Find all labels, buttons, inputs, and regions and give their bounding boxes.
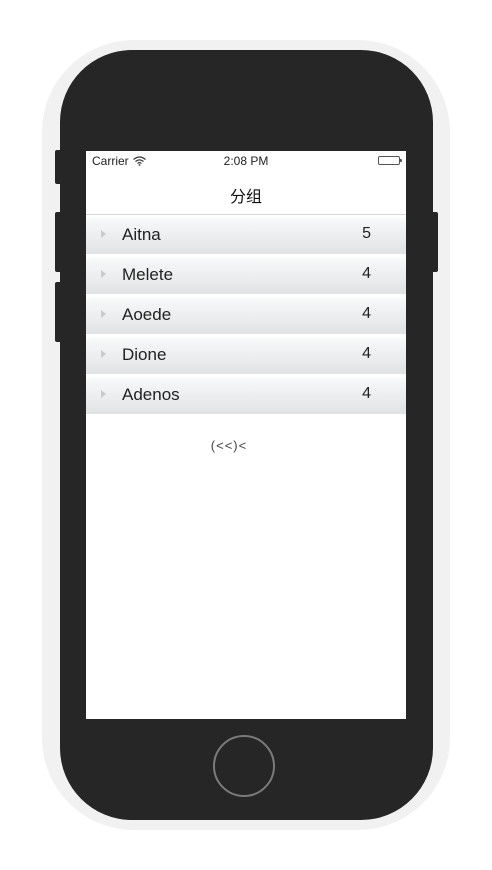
battery-icon: [378, 156, 402, 165]
group-count: 4: [362, 385, 371, 402]
group-count: 4: [362, 345, 371, 362]
navigation-bar: 分组: [86, 171, 406, 215]
disclosure-triangle-icon: [101, 310, 106, 318]
simulator-stage: Carrier 2:08 PM 分组 Aitna 5 Melete 4 Aoed…: [0, 0, 492, 870]
group-row-aoede[interactable]: Aoede 4: [86, 295, 406, 335]
group-name: Aitna: [122, 225, 161, 244]
group-name: Dione: [122, 345, 167, 364]
disclosure-triangle-icon: [101, 390, 106, 398]
group-count: 5: [362, 225, 371, 242]
group-row-dione[interactable]: Dione 4: [86, 335, 406, 375]
device-screen: Carrier 2:08 PM 分组 Aitna 5 Melete 4 Aoed…: [86, 151, 406, 719]
group-name: Aoede: [122, 305, 172, 324]
status-bar: Carrier 2:08 PM: [86, 151, 406, 171]
footer-label: (<<)<: [210, 438, 248, 453]
group-row-adenos[interactable]: Adenos 4: [86, 375, 406, 415]
group-count: 4: [362, 305, 371, 322]
group-name: Melete: [122, 265, 174, 284]
page-title: 分组: [229, 189, 262, 206]
group-row-aitna[interactable]: Aitna 5: [86, 215, 406, 255]
group-list: Aitna 5 Melete 4 Aoede 4 Dione 4 Adenos: [86, 215, 406, 415]
home-button[interactable]: [213, 735, 275, 797]
disclosure-triangle-icon: [101, 230, 106, 238]
status-time: 2:08 PM: [223, 154, 269, 168]
group-name: Adenos: [122, 385, 180, 404]
group-row-melete[interactable]: Melete 4: [86, 255, 406, 295]
disclosure-triangle-icon: [101, 270, 106, 278]
disclosure-triangle-icon: [101, 350, 106, 358]
group-count: 4: [362, 265, 371, 282]
